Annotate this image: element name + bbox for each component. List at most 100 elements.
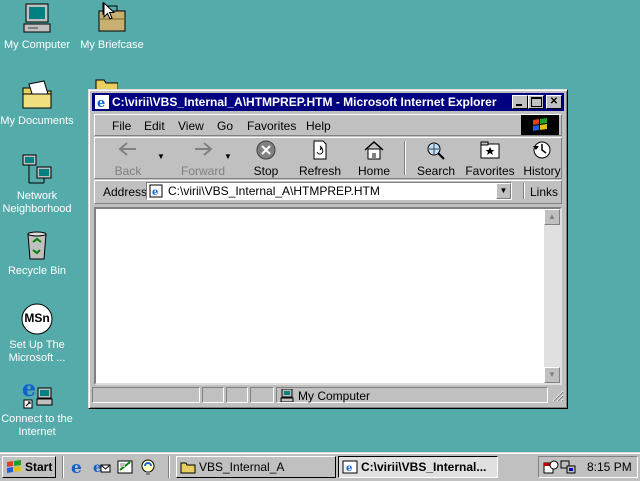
desktop-icon-recycle-bin[interactable]: Recycle Bin xyxy=(0,228,77,278)
windows-flag-icon xyxy=(533,118,547,131)
my-computer-zone-icon xyxy=(280,389,294,402)
task-label: VBS_Internal_A xyxy=(199,460,285,474)
close-button[interactable]: ✕ xyxy=(546,95,562,109)
links-button[interactable]: Links xyxy=(530,185,558,199)
desktop-icon-setup-msn[interactable]: MSn Set Up The Microsoft ... xyxy=(0,302,77,365)
page-content-area[interactable]: ▲ ▼ xyxy=(94,207,562,385)
status-zone-label: My Computer xyxy=(298,389,371,403)
show-desktop-icon[interactable] xyxy=(116,458,134,476)
status-text-panel xyxy=(92,387,200,403)
channels-icon[interactable] xyxy=(139,458,157,476)
icon-label: My Briefcase xyxy=(80,39,144,51)
stop-label: Stop xyxy=(253,164,279,178)
refresh-label: Refresh xyxy=(298,164,342,178)
quick-launch-bar: e e xyxy=(70,458,162,476)
folder-icon xyxy=(180,462,196,474)
scroll-down-button[interactable]: ▼ xyxy=(544,367,560,383)
msn-icon: MSn xyxy=(20,302,54,336)
tasks-separator xyxy=(168,456,170,478)
forward-arrow-icon xyxy=(195,142,213,156)
toolbar-separator xyxy=(404,141,406,175)
status-panel-4 xyxy=(250,387,274,403)
ie-launch-icon[interactable]: e xyxy=(70,458,88,476)
menu-edit[interactable]: Edit xyxy=(144,119,165,133)
maximize-button[interactable] xyxy=(528,95,544,109)
icon-label-line2: Neighborhood xyxy=(2,203,72,215)
task-button-ie-active[interactable]: e C:\virii\VBS_Internal... xyxy=(338,456,498,478)
svg-text:e: e xyxy=(152,187,158,198)
status-progress-panel xyxy=(202,387,224,403)
icon-label: Network xyxy=(16,190,58,202)
resize-grip-icon xyxy=(552,390,564,402)
home-icon xyxy=(364,140,384,160)
search-button[interactable]: Search xyxy=(411,140,461,178)
menu-favorites[interactable]: Favorites xyxy=(247,119,296,133)
back-label: Back xyxy=(114,164,142,178)
icon-label-line2: Microsoft ... xyxy=(8,352,66,364)
window-title: C:\virii\VBS_Internal_A\HTMPREP.HTM - Mi… xyxy=(112,95,497,109)
menu-file[interactable]: File xyxy=(112,119,131,133)
scroll-up-button[interactable]: ▲ xyxy=(544,209,560,225)
vertical-scrollbar[interactable]: ▲ ▼ xyxy=(544,209,560,383)
menu-go[interactable]: Go xyxy=(217,119,233,133)
history-icon xyxy=(533,141,551,159)
ie-title-icon: e xyxy=(95,95,109,109)
ie-page-icon: e xyxy=(149,184,163,198)
quick-launch-separator xyxy=(62,456,64,478)
svg-text:e: e xyxy=(22,376,36,402)
minimize-button[interactable] xyxy=(512,95,528,109)
links-separator xyxy=(523,183,525,199)
windows-logo-icon xyxy=(7,460,21,473)
standard-toolbar: Back ▼ Forward ▼ Stop Refresh Home Searc… xyxy=(94,137,562,179)
svg-text:e: e xyxy=(97,96,105,109)
history-button[interactable]: History xyxy=(519,140,565,178)
resize-grip[interactable] xyxy=(550,388,564,402)
clock[interactable]: 8:15 PM xyxy=(587,460,632,474)
forward-dropdown-icon[interactable]: ▼ xyxy=(224,152,232,161)
connect-internet-icon: e xyxy=(20,376,54,410)
desktop-icon-network-neighborhood[interactable]: Network Neighborhood xyxy=(0,153,77,216)
documents-folder-icon xyxy=(20,78,54,112)
home-button[interactable]: Home xyxy=(349,140,399,178)
address-label: Address xyxy=(103,185,148,199)
menu-help[interactable]: Help xyxy=(306,119,331,133)
address-combobox[interactable]: e C:\virii\VBS_Internal_A\HTMPREP.HTM ▼ xyxy=(146,182,512,200)
tray-network-icon[interactable] xyxy=(560,459,576,475)
task-button-vbs-internal-folder[interactable]: VBS_Internal_A xyxy=(176,456,336,478)
folder-icon xyxy=(88,76,119,91)
outlook-express-icon[interactable]: e xyxy=(93,458,111,476)
address-input[interactable]: C:\virii\VBS_Internal_A\HTMPREP.HTM xyxy=(168,184,380,198)
icon-label: My Computer xyxy=(3,39,71,51)
forward-label: Forward xyxy=(180,164,225,178)
search-label: Search xyxy=(416,164,456,178)
windows-logo-throbber xyxy=(521,115,559,135)
icon-label: Set Up The xyxy=(9,339,65,351)
history-label: History xyxy=(523,164,561,178)
msn-logo-text: MSn xyxy=(24,311,50,325)
my-computer-icon xyxy=(20,2,54,36)
back-button[interactable]: Back xyxy=(103,140,153,178)
svg-text:e: e xyxy=(346,463,352,474)
maximize-icon xyxy=(531,97,542,107)
recycle-bin-icon xyxy=(20,228,54,262)
system-tray: 8:15 PM xyxy=(538,456,638,478)
title-bar[interactable]: e C:\virii\VBS_Internal_A\HTMPREP.HTM - … xyxy=(92,93,564,111)
address-dropdown-button[interactable]: ▼ xyxy=(496,183,511,199)
favorites-button[interactable]: Favorites xyxy=(463,140,517,178)
start-button[interactable]: Start xyxy=(2,456,56,478)
stop-button[interactable]: Stop xyxy=(241,140,291,178)
desktop-icon-connect-internet[interactable]: e Connect to the Internet xyxy=(0,376,77,439)
refresh-button[interactable]: Refresh xyxy=(295,140,345,178)
ie-task-icon: e xyxy=(342,460,358,474)
desktop-icon-my-documents[interactable]: My Documents xyxy=(0,78,77,128)
desktop-icon-my-computer[interactable]: My Computer xyxy=(0,2,77,52)
back-arrow-icon xyxy=(118,142,136,156)
search-icon xyxy=(427,142,445,160)
ie-window[interactable]: e C:\virii\VBS_Internal_A\HTMPREP.HTM - … xyxy=(88,89,568,409)
tray-task-scheduler-icon[interactable] xyxy=(543,459,559,475)
menu-view[interactable]: View xyxy=(178,119,204,133)
back-dropdown-icon[interactable]: ▼ xyxy=(157,152,165,161)
status-zone-panel: My Computer xyxy=(276,387,548,403)
favorites-icon xyxy=(480,141,500,159)
taskbar: Start e e VBS_Internal_A e C:\virii\VBS_… xyxy=(0,452,640,481)
